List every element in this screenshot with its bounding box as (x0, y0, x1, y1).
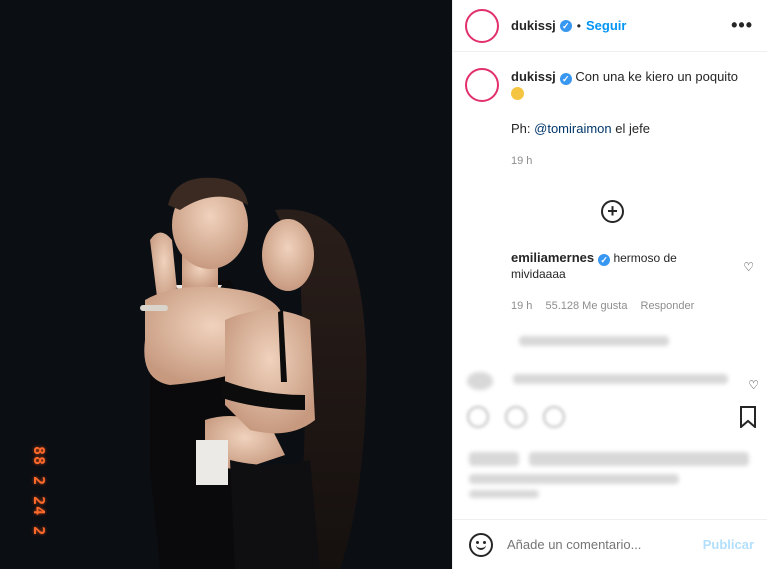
blurred-avatar (467, 372, 493, 390)
blurred-row (513, 374, 728, 384)
caption-text: Con una ke kiero un poquito (575, 69, 739, 84)
post-header: dukissj ✓ • Seguir ••• (453, 0, 767, 52)
blurred-row (469, 452, 519, 466)
comment-meta: 19 h 55.128 Me gusta Responder (511, 298, 731, 314)
emoji-icon (511, 87, 524, 100)
heart-icon[interactable]: ♡ (743, 260, 754, 274)
comment-likes[interactable]: 55.128 Me gusta (545, 300, 627, 312)
follow-button[interactable]: Seguir (586, 18, 626, 33)
post-actions (467, 404, 757, 434)
verified-icon: ✓ (559, 19, 572, 32)
like-icon[interactable] (467, 406, 489, 428)
photo-illustration (140, 177, 367, 569)
bookmark-icon[interactable] (739, 406, 757, 428)
blurred-row (469, 490, 539, 498)
author-username[interactable]: dukissj (511, 18, 556, 33)
share-icon[interactable] (543, 406, 565, 428)
comment-bar: Publicar (453, 519, 767, 569)
blurred-row (519, 336, 669, 346)
caption-time: 19 h (511, 155, 533, 167)
comment-item: emiliamernes ✓ hermoso de mividaaaa 19 h … (465, 250, 760, 314)
caption-username[interactable]: dukissj (511, 69, 556, 84)
publish-button[interactable]: Publicar (703, 537, 754, 552)
blurred-row (469, 474, 679, 484)
ph-prefix: Ph: (511, 121, 531, 136)
add-comment-icon[interactable]: + (601, 200, 624, 223)
commenter-username[interactable]: emiliamernes (511, 250, 594, 265)
photo-date-stamp: 88 2 24 2 (30, 446, 48, 537)
separator-dot: • (576, 18, 581, 33)
verified-icon: ✓ (598, 254, 611, 266)
blurred-row (529, 452, 749, 466)
ph-suffix: el jefe (615, 121, 650, 136)
commenter-avatar[interactable] (465, 250, 497, 282)
post-caption: dukissj ✓ Con una ke kiero un poquito Ph:… (453, 52, 767, 170)
post-photo[interactable]: 88 2 24 2 (0, 0, 452, 569)
post-side-panel: dukissj ✓ • Seguir ••• dukissj ✓ Con una … (452, 0, 767, 569)
comment-icon[interactable] (505, 406, 527, 428)
ph-mention-link[interactable]: @tomiraimon (534, 121, 612, 136)
caption-author-avatar[interactable] (465, 68, 499, 102)
verified-icon: ✓ (559, 73, 572, 85)
comment-time: 19 h (511, 300, 533, 312)
caption-photo-credit: Ph: @tomiraimon el jefe (511, 120, 751, 137)
author-avatar[interactable] (465, 8, 499, 43)
comment-reply-button[interactable]: Responder (641, 300, 695, 312)
more-icon[interactable]: ••• (731, 15, 753, 36)
emoji-icon[interactable] (469, 532, 493, 557)
comment-input[interactable] (507, 537, 703, 552)
heart-icon[interactable]: ♡ (748, 378, 759, 392)
